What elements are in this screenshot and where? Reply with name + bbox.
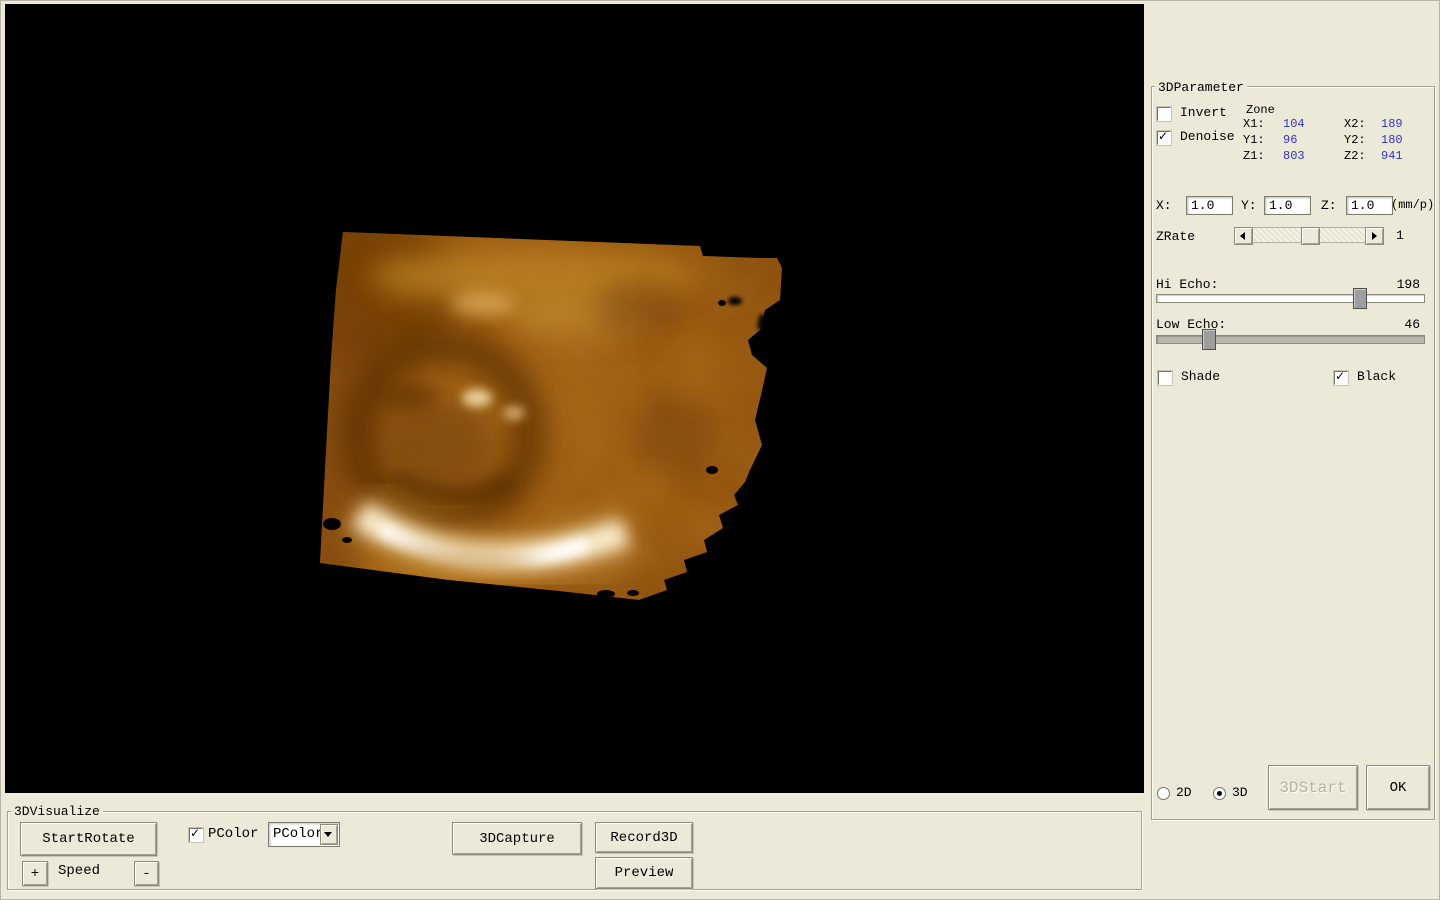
low-echo-slider[interactable] (1156, 335, 1425, 344)
mode-3d-radio[interactable] (1213, 787, 1226, 800)
zone-y1-label: Y1: (1243, 133, 1265, 147)
black-checkbox[interactable] (1334, 371, 1348, 385)
zone-x1-label: X1: (1243, 117, 1265, 131)
pcolor-dropdown[interactable]: PColor (268, 822, 340, 847)
voxel-y-field[interactable] (1264, 196, 1311, 215)
zone-x2-label: X2: (1344, 117, 1366, 131)
visualize-group-title: 3DVisualize (11, 804, 103, 819)
arrow-left-icon[interactable] (1234, 227, 1253, 245)
capture-button[interactable]: 3DCapture (452, 822, 582, 855)
denoise-checkbox[interactable] (1157, 131, 1171, 145)
low-echo-value: 46 (1380, 318, 1420, 332)
arrow-right-icon[interactable] (1365, 227, 1384, 245)
shade-checkbox[interactable] (1158, 371, 1172, 385)
zrate-scrollbar[interactable] (1234, 227, 1384, 243)
voxel-x-label: X: (1156, 199, 1172, 213)
mode-3d-label: 3D (1232, 786, 1248, 800)
speed-label: Speed (58, 864, 100, 878)
pcolor-dropdown-value: PColor (273, 826, 323, 842)
start-rotate-button[interactable]: StartRotate (20, 822, 157, 856)
zone-y2-label: Y2: (1344, 133, 1366, 147)
mode-2d-label: 2D (1176, 786, 1192, 800)
hi-echo-thumb[interactable] (1353, 288, 1367, 309)
zrate-track[interactable] (1253, 227, 1365, 243)
ok-button[interactable]: OK (1366, 765, 1430, 810)
black-label: Black (1357, 370, 1396, 384)
ultrasound-volume-render (5, 4, 1144, 793)
parameter-group-title: 3DParameter (1155, 80, 1247, 95)
zone-y1-value: 96 (1283, 133, 1297, 147)
record-button[interactable]: Record3D (595, 822, 693, 853)
zone-x1-value: 104 (1283, 117, 1305, 131)
hi-echo-label: Hi Echo: (1156, 278, 1218, 292)
pcolor-label: PColor (208, 827, 258, 841)
voxel-z-field[interactable] (1346, 196, 1393, 215)
zone-z2-label: Z2: (1344, 149, 1366, 163)
voxel-z-label: Z: (1321, 199, 1337, 213)
preview-button[interactable]: Preview (595, 857, 693, 889)
start3d-button[interactable]: 3DStart (1268, 765, 1358, 810)
zrate-thumb[interactable] (1301, 227, 1320, 245)
zone-z2-value: 941 (1381, 149, 1403, 163)
zone-x2-value: 189 (1381, 117, 1403, 131)
zrate-label: ZRate (1156, 230, 1195, 244)
mode-2d-radio[interactable] (1157, 787, 1170, 800)
zone-title: Zone (1246, 103, 1275, 117)
zone-z1-label: Z1: (1243, 149, 1265, 163)
denoise-label: Denoise (1180, 130, 1235, 144)
zrate-value: 1 (1396, 229, 1404, 243)
zone-y2-value: 180 (1381, 133, 1403, 147)
speed-plus-button[interactable]: + (22, 861, 48, 886)
speed-minus-button[interactable]: - (134, 861, 159, 886)
low-echo-thumb[interactable] (1202, 329, 1216, 350)
invert-label: Invert (1180, 106, 1227, 120)
pcolor-checkbox[interactable] (189, 828, 203, 842)
voxel-x-field[interactable] (1186, 196, 1233, 215)
shade-label: Shade (1181, 370, 1220, 384)
application-window: 3DParameter Invert Denoise Zone X1: 104 … (0, 0, 1440, 900)
invert-checkbox[interactable] (1157, 107, 1171, 121)
chevron-down-icon[interactable] (320, 824, 338, 845)
voxel-unit-label: (mm/p) (1391, 198, 1434, 212)
hi-echo-value: 198 (1380, 278, 1420, 292)
zone-z1-value: 803 (1283, 149, 1305, 163)
hi-echo-slider[interactable] (1156, 294, 1425, 303)
render-viewport[interactable] (5, 4, 1144, 793)
voxel-y-label: Y: (1241, 199, 1257, 213)
